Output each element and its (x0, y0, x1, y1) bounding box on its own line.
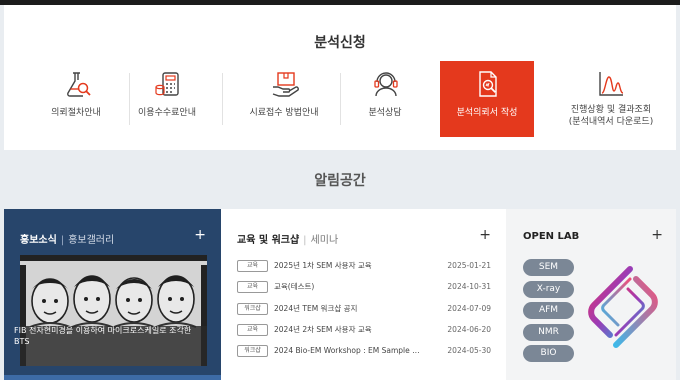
education-tabs: 교육 및 워크샵 | 세미나 (237, 231, 338, 246)
list-item[interactable]: 교육 2025년 1차 SEM 사용자 교육 2025-01-21 (237, 258, 491, 279)
document-search-icon (479, 71, 497, 97)
open-lab-more-button[interactable]: + (651, 227, 663, 243)
service-item-sample-submission[interactable]: 시료접수 방법안내 (237, 61, 331, 133)
promo-more-button[interactable]: + (194, 227, 206, 243)
service-menu: 의뢰절차안내 이용수수료안내 시료접수 방법안내 분석상담 분석의뢰서 작성 진… (4, 61, 676, 137)
lab-pill-nmr[interactable]: NMR (523, 323, 574, 341)
education-panel: 교육 및 워크샵 | 세미나 + 교육 2025년 1차 SEM 사용자 교육 20… (221, 209, 506, 380)
lab-pill-afm[interactable]: AFM (523, 302, 574, 319)
category-badge: 워크샵 (237, 302, 268, 315)
promo-tabs: 홍보소식 | 홍보갤러리 (20, 231, 114, 246)
item-date: 2025-01-21 (447, 261, 491, 270)
list-item[interactable]: 워크샵 2024년 TEM 워크샵 공지 2024-07-09 (237, 301, 491, 322)
divider (222, 73, 223, 125)
analysis-request-title: 분석신청 (314, 35, 366, 51)
list-item[interactable]: 워크샵 2024 Bio-EM Workshop : EM Sample Pre… (237, 343, 491, 364)
item-title[interactable]: 2025년 1차 SEM 사용자 교육 (274, 260, 424, 272)
calculator-coins-icon (155, 72, 179, 96)
tab-promo-news[interactable]: 홍보소식 (20, 235, 57, 246)
tab-separator: | (60, 235, 65, 246)
service-label: 분석상담 (368, 108, 402, 118)
category-badge: 교육 (237, 323, 268, 336)
promo-thumbnail[interactable] (20, 255, 207, 366)
service-label-line1: 진행상황 및 결과조회 (570, 105, 652, 115)
flask-magnifier-icon (67, 72, 91, 97)
tab-promo-gallery[interactable]: 홍보갤러리 (68, 235, 114, 246)
open-lab-title: OPEN LAB (523, 231, 580, 242)
service-item-consultation[interactable]: 분석상담 (338, 61, 432, 133)
service-item-request-form[interactable]: 분석의뢰서 작성 (440, 61, 534, 137)
open-lab-panel: OPEN LAB + SEM X-ray AFM NMR BIO (506, 209, 676, 380)
category-badge: 교육 (237, 260, 268, 272)
education-more-button[interactable]: + (479, 227, 491, 243)
item-date: 2024-07-09 (447, 303, 491, 313)
promo-bottom-strip (4, 375, 221, 380)
promo-panel: 홍보소식 | 홍보갤러리 + FIB 전자현미경을 이용하여 마이크로스케일로 … (4, 209, 221, 380)
tab-separator: | (303, 235, 307, 246)
service-item-procedure[interactable]: 의뢰절차안내 (29, 61, 123, 133)
analysis-request-card: 분석신청 의뢰절차안내 이용수수료안내 시료접수 방법안내 분석상담 분석의뢰서… (4, 5, 676, 150)
service-label: 분석의뢰서 작성 (456, 108, 518, 118)
lab-pill-list: SEM X-ray AFM NMR BIO (523, 259, 574, 367)
item-date: 2024-06-20 (447, 324, 491, 334)
item-title[interactable]: 2024 Bio-EM Workshop : EM Sample Pre... (274, 345, 424, 357)
category-badge: 워크샵 (237, 345, 268, 358)
box-hand-icon (272, 72, 299, 97)
item-title[interactable]: 2024년 TEM 워크샵 공지 (274, 303, 424, 315)
education-list: 교육 2025년 1차 SEM 사용자 교육 2025-01-21 교육 교육(… (237, 258, 491, 364)
item-date: 2024-05-30 (447, 346, 491, 356)
tab-education-workshop[interactable]: 교육 및 워크샵 (237, 235, 299, 246)
service-label: 의뢰절차안내 (51, 108, 101, 118)
promo-caption[interactable]: FIB 전자현미경을 이용하여 마이크로스케일로 조각한 BTS (14, 325, 194, 347)
service-label-line2: (분석내역서 다운로드) (568, 117, 654, 127)
category-badge: 교육 (237, 281, 268, 294)
lab-pill-xray[interactable]: X-ray (523, 280, 574, 298)
list-item[interactable]: 교육 교육(테스트) 2024-10-31 (237, 279, 491, 300)
service-label-multiline: 진행상황 및 결과조회 (분석내역서 다운로드) (559, 104, 663, 128)
tab-seminar[interactable]: 세미나 (311, 235, 339, 246)
item-title[interactable]: 2024년 2차 SEM 사용자 교육 (274, 324, 424, 336)
headset-icon (374, 72, 398, 97)
lab-pill-bio[interactable]: BIO (523, 345, 574, 362)
item-date: 2024-10-31 (447, 282, 491, 292)
list-item[interactable]: 교육 2024년 2차 SEM 사용자 교육 2024-06-20 (237, 322, 491, 343)
open-lab-logo (588, 266, 658, 348)
service-item-fees[interactable]: 이용수수료안내 (120, 61, 214, 133)
service-item-progress-results[interactable]: 진행상황 및 결과조회 (분석내역서 다운로드) (559, 61, 663, 133)
spectrum-chart-icon (599, 72, 624, 96)
item-title[interactable]: 교육(테스트) (274, 281, 424, 293)
service-label: 이용수수료안내 (138, 108, 196, 118)
notice-section-title: 알림공간 (314, 173, 366, 189)
service-label: 시료접수 방법안내 (249, 108, 319, 118)
lab-pill-sem[interactable]: SEM (523, 259, 574, 276)
